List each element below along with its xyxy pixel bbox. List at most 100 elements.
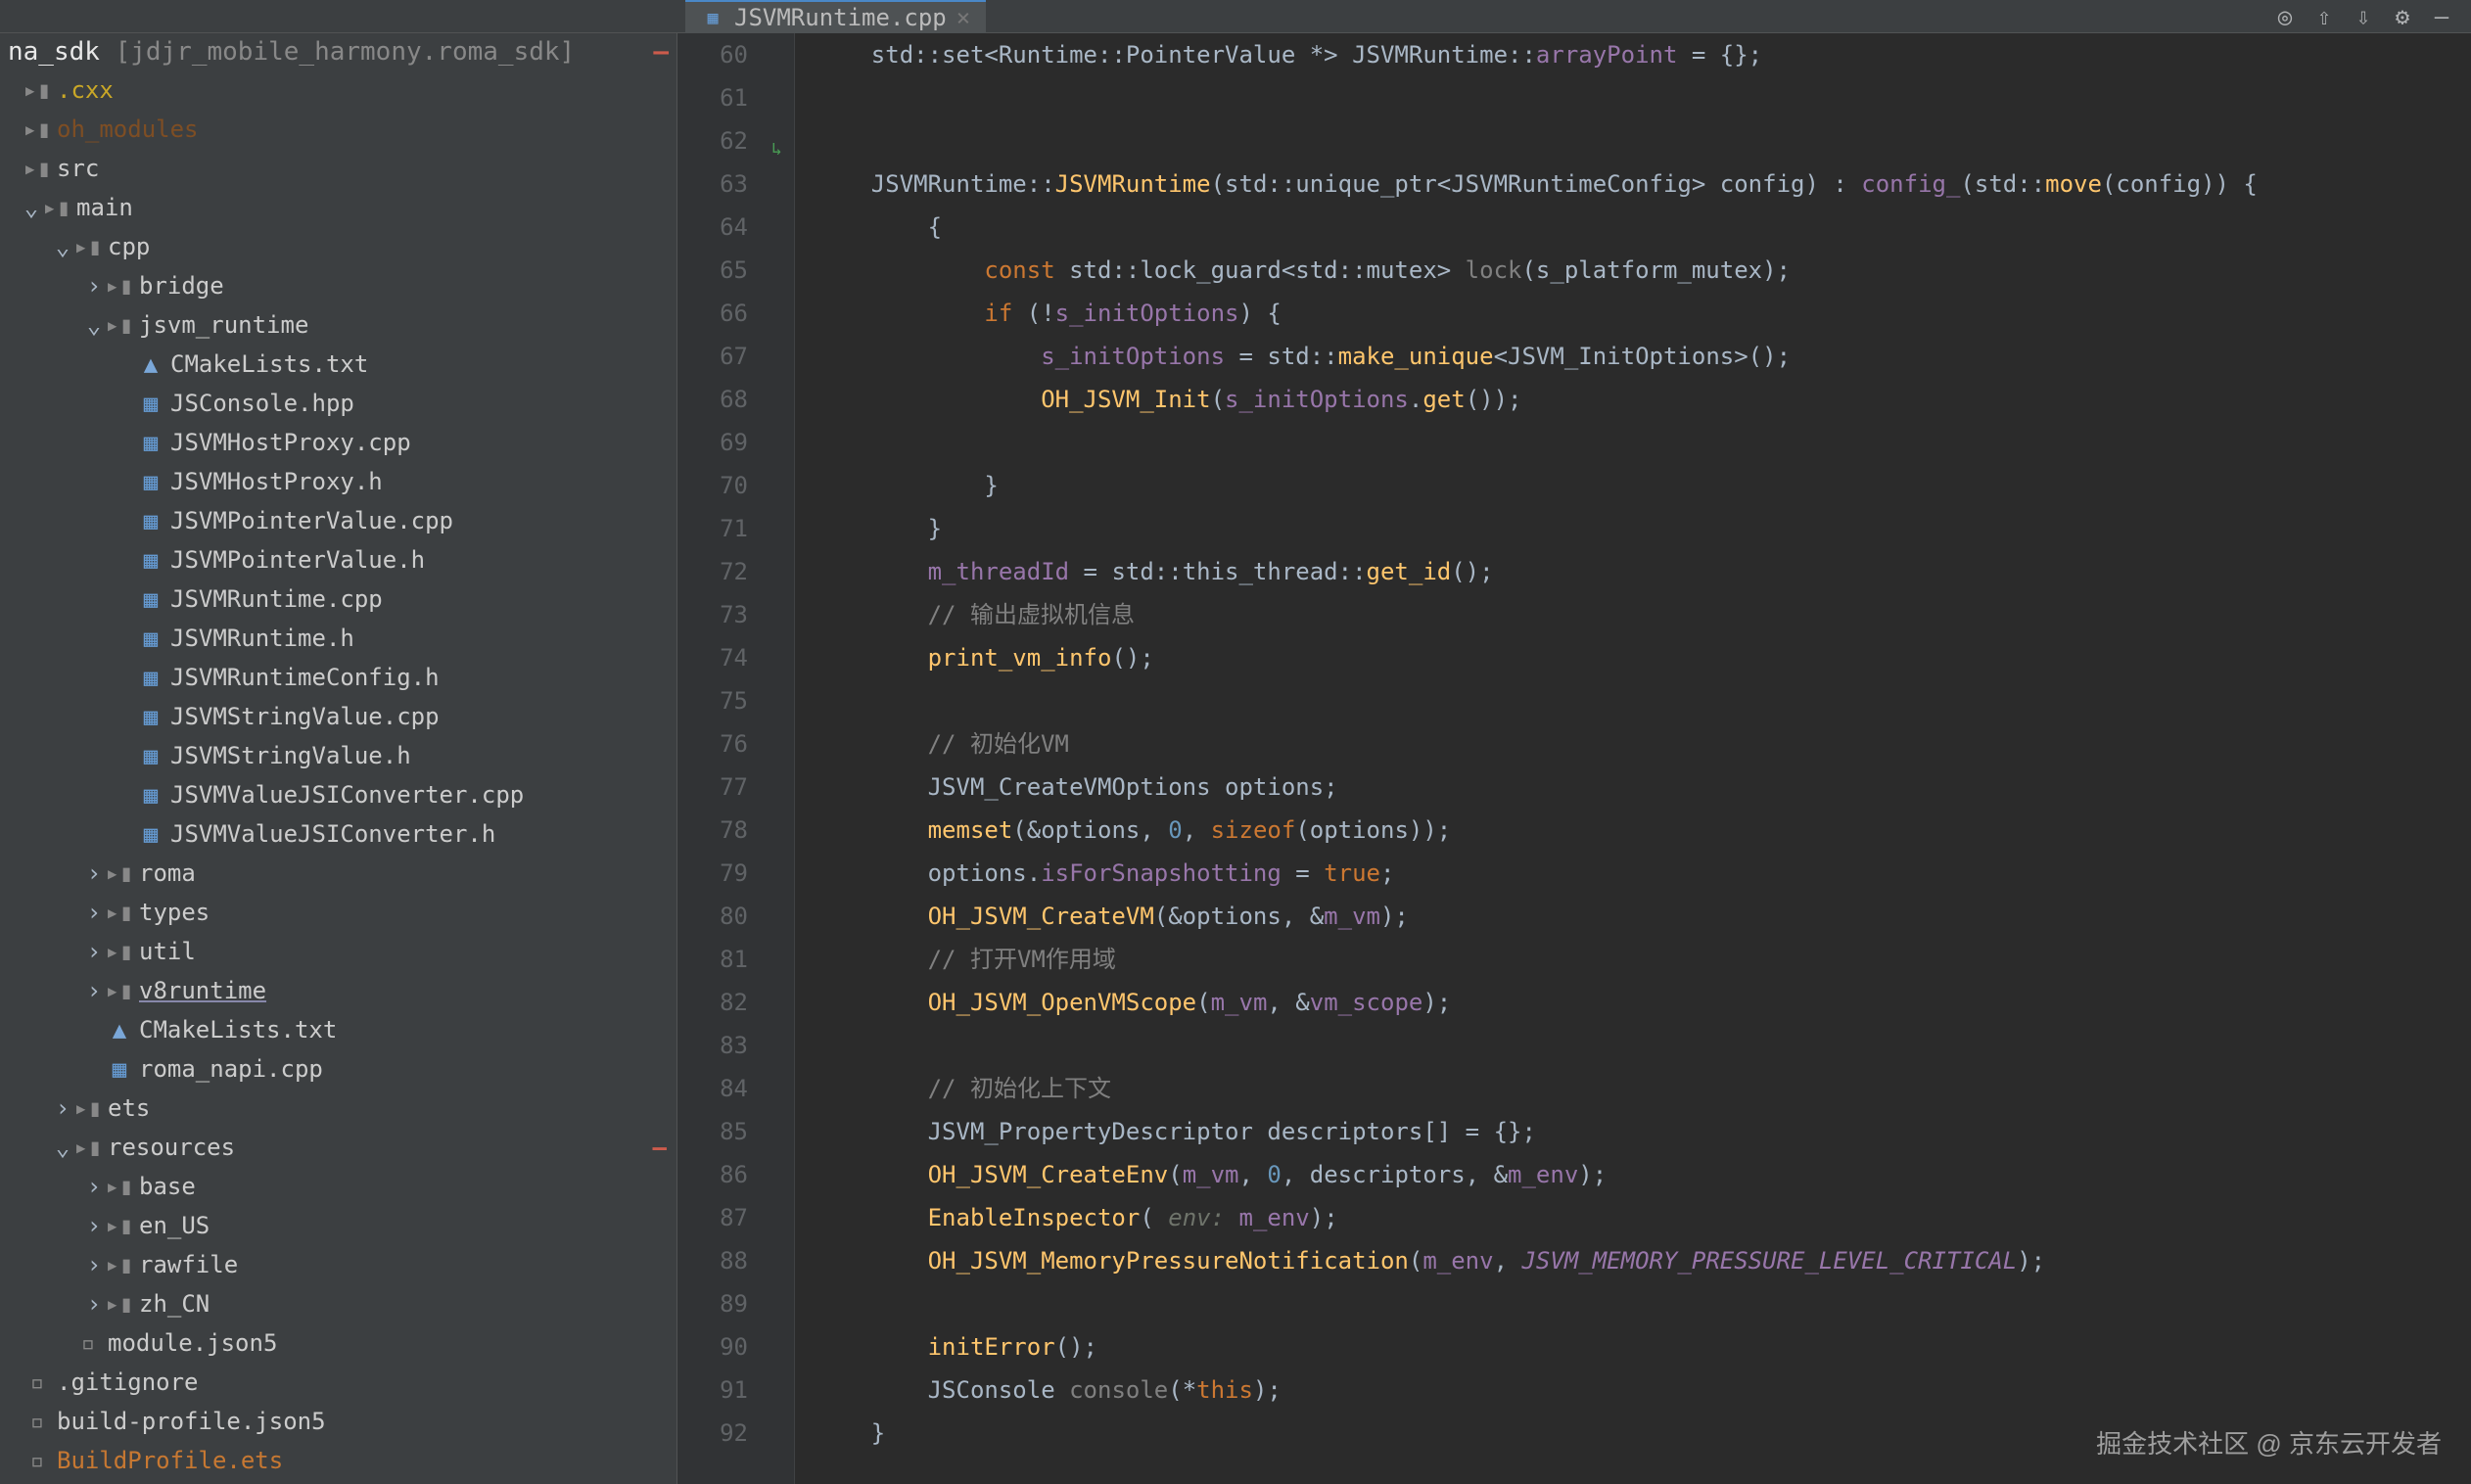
chevron-icon[interactable]: › [82, 977, 106, 1004]
chevron-icon[interactable]: ⌄ [51, 233, 74, 260]
tree-item-zh-cn[interactable]: ›▸▮zh_CN [0, 1284, 676, 1323]
chevron-icon[interactable]: › [82, 1290, 106, 1318]
tree-item-base[interactable]: ›▸▮base [0, 1167, 676, 1206]
line-number[interactable]: 75 [677, 679, 748, 722]
code-line[interactable] [815, 1282, 2471, 1325]
chevron-icon[interactable]: › [82, 938, 106, 965]
tree-item-jsvmhostproxy-cpp[interactable]: ▦JSVMHostProxy.cpp [0, 423, 676, 462]
code-line[interactable]: OH_JSVM_Init(s_initOptions.get()); [815, 378, 2471, 421]
tree-item-roma[interactable]: ›▸▮roma [0, 854, 676, 893]
gear-icon[interactable]: ⚙ [2389, 3, 2416, 30]
chevron-icon[interactable]: ⌄ [51, 1134, 74, 1161]
tree-item-roma-napi-cpp[interactable]: ▦roma_napi.cpp [0, 1049, 676, 1089]
line-number[interactable]: 61 [677, 76, 748, 119]
code-line[interactable] [815, 119, 2471, 162]
line-number[interactable]: 69 [677, 421, 748, 464]
line-number[interactable]: 64 [677, 206, 748, 249]
project-header[interactable]: na_sdk [jdjr_mobile_harmony.roma_sdk] — [0, 33, 676, 70]
code-line[interactable]: JSVM_CreateVMOptions options; [815, 765, 2471, 809]
minimize-icon[interactable]: — [2428, 3, 2455, 30]
code-line[interactable]: } [815, 507, 2471, 550]
line-number[interactable]: 80 [677, 895, 748, 938]
chevron-icon[interactable]: › [82, 899, 106, 926]
code-line[interactable]: // 输出虚拟机信息 [815, 593, 2471, 636]
tree-item-jsvmpointervalue-h[interactable]: ▦JSVMPointerValue.h [0, 540, 676, 580]
tree-item-jsvmruntime-h[interactable]: ▦JSVMRuntime.h [0, 619, 676, 658]
project-sidebar[interactable]: na_sdk [jdjr_mobile_harmony.roma_sdk] — … [0, 33, 677, 1484]
line-number[interactable]: 89 [677, 1282, 748, 1325]
line-number[interactable]: 65 [677, 249, 748, 292]
chevron-icon[interactable]: › [82, 272, 106, 300]
chevron-icon[interactable]: › [82, 1251, 106, 1278]
line-number[interactable]: 63 [677, 162, 748, 206]
code-line[interactable]: print_vm_info(); [815, 636, 2471, 679]
download-icon[interactable]: ⇩ [2350, 3, 2377, 30]
tree-item-types[interactable]: ›▸▮types [0, 893, 676, 932]
tree-item--cxx[interactable]: ▸▮.cxx [0, 70, 676, 110]
target-icon[interactable]: ◎ [2271, 3, 2299, 30]
tree-item-cmakelists-txt[interactable]: ▲CMakeLists.txt [0, 345, 676, 384]
tree-item--gitignore[interactable]: ▫.gitignore [0, 1363, 676, 1402]
code-line[interactable]: options.isForSnapshotting = true; [815, 852, 2471, 895]
line-number[interactable]: 92 [677, 1412, 748, 1455]
close-icon[interactable]: × [956, 4, 970, 31]
code-line[interactable]: OH_JSVM_OpenVMScope(m_vm, &vm_scope); [815, 981, 2471, 1024]
code-line[interactable]: s_initOptions = std::make_unique<JSVM_In… [815, 335, 2471, 378]
tree-item-ets[interactable]: ›▸▮ets [0, 1089, 676, 1128]
chevron-icon[interactable]: › [82, 1212, 106, 1239]
code-line[interactable]: // 打开VM作用域 [815, 938, 2471, 981]
code-line[interactable]: JSVM_PropertyDescriptor descriptors[] = … [815, 1110, 2471, 1153]
tree-item-oh-modules[interactable]: ▸▮oh_modules [0, 110, 676, 149]
line-number[interactable]: 90 [677, 1325, 748, 1368]
tree-item-jsconsole-hpp[interactable]: ▦JSConsole.hpp [0, 384, 676, 423]
line-number[interactable]: 70 [677, 464, 748, 507]
line-number[interactable]: 72 [677, 550, 748, 593]
code-line[interactable]: JSConsole console(*this); [815, 1368, 2471, 1412]
tree-item-jsvmstringvalue-h[interactable]: ▦JSVMStringValue.h [0, 736, 676, 775]
code-area[interactable]: std::set<Runtime::PointerValue *> JSVMRu… [795, 33, 2471, 1484]
code-line[interactable]: memset(&options, 0, sizeof(options)); [815, 809, 2471, 852]
code-line[interactable]: { [815, 206, 2471, 249]
impl-marker-icon[interactable]: ↳ [771, 139, 782, 160]
tree-item-src[interactable]: ▸▮src [0, 149, 676, 188]
chevron-icon[interactable]: ⌄ [82, 311, 106, 339]
code-line[interactable]: // 初始化上下文 [815, 1067, 2471, 1110]
code-line[interactable]: OH_JSVM_CreateVM(&options, &m_vm); [815, 895, 2471, 938]
line-number[interactable]: 83 [677, 1024, 748, 1067]
code-line[interactable]: OH_JSVM_CreateEnv(m_vm, 0, descriptors, … [815, 1153, 2471, 1196]
line-number[interactable]: 82 [677, 981, 748, 1024]
line-number[interactable]: 74 [677, 636, 748, 679]
project-tree[interactable]: ▸▮.cxx▸▮oh_modules▸▮src⌄▸▮main⌄▸▮cpp›▸▮b… [0, 70, 676, 1480]
code-line[interactable]: // 初始化VM [815, 722, 2471, 765]
line-number[interactable]: 85 [677, 1110, 748, 1153]
tree-item-jsvmvaluejsiconverter-h[interactable]: ▦JSVMValueJSIConverter.h [0, 814, 676, 854]
code-line[interactable]: EnableInspector( env: m_env); [815, 1196, 2471, 1239]
code-line[interactable] [815, 421, 2471, 464]
chevron-icon[interactable]: ⌄ [20, 194, 43, 221]
code-line[interactable]: if (!s_initOptions) { [815, 292, 2471, 335]
line-number[interactable]: 67 [677, 335, 748, 378]
line-number[interactable]: 66 [677, 292, 748, 335]
line-number[interactable]: 71 [677, 507, 748, 550]
line-number[interactable]: 76 [677, 722, 748, 765]
tree-item-jsvmstringvalue-cpp[interactable]: ▦JSVMStringValue.cpp [0, 697, 676, 736]
line-number[interactable]: 91 [677, 1368, 748, 1412]
tree-item-jsvm-runtime[interactable]: ⌄▸▮jsvm_runtime [0, 305, 676, 345]
tree-item-bridge[interactable]: ›▸▮bridge [0, 266, 676, 305]
tree-item-cpp[interactable]: ⌄▸▮cpp [0, 227, 676, 266]
tree-item-resources[interactable]: ⌄▸▮resources— [0, 1128, 676, 1167]
line-number[interactable]: 88 [677, 1239, 748, 1282]
tree-item-build-profile-json5[interactable]: ▫build-profile.json5 [0, 1402, 676, 1441]
tree-item-util[interactable]: ›▸▮util [0, 932, 676, 971]
tree-item-jsvmhostproxy-h[interactable]: ▦JSVMHostProxy.h [0, 462, 676, 501]
code-line[interactable]: initError(); [815, 1325, 2471, 1368]
code-line[interactable]: std::set<Runtime::PointerValue *> JSVMRu… [815, 33, 2471, 76]
tab-jsvmruntime[interactable]: ▦ JSVMRuntime.cpp × [685, 0, 986, 33]
code-line[interactable] [815, 76, 2471, 119]
tree-item-module-json5[interactable]: ▫module.json5 [0, 1323, 676, 1363]
line-number[interactable]: 86 [677, 1153, 748, 1196]
line-number[interactable]: 73 [677, 593, 748, 636]
code-line[interactable]: const std::lock_guard<std::mutex> lock(s… [815, 249, 2471, 292]
tree-item-v8runtime[interactable]: ›▸▮v8runtime [0, 971, 676, 1010]
code-line[interactable]: m_threadId = std::this_thread::get_id(); [815, 550, 2471, 593]
